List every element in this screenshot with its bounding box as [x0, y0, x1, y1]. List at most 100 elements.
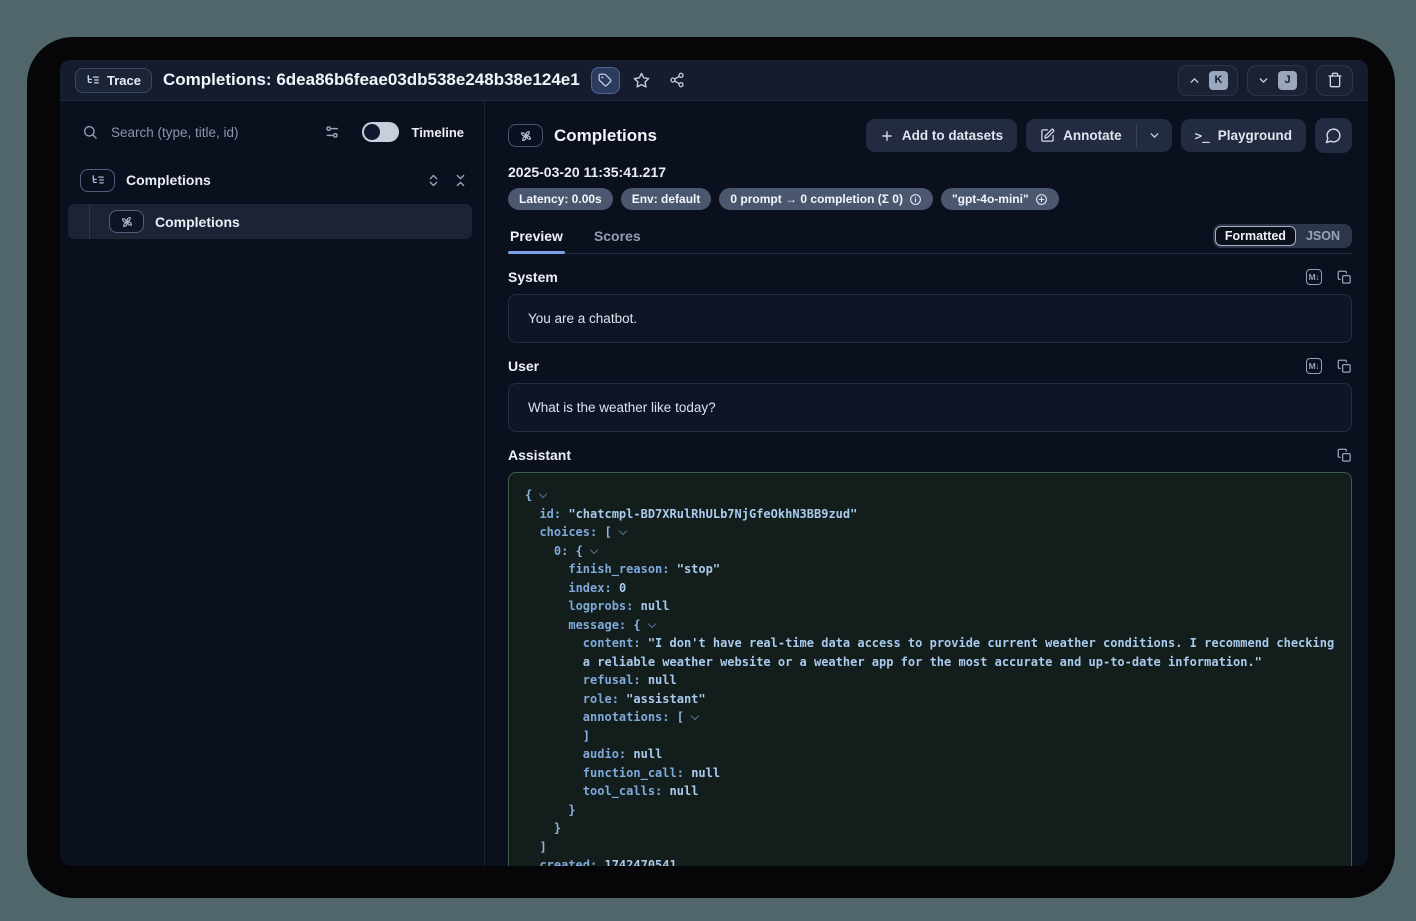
json-key: message: — [568, 618, 626, 632]
share-button[interactable] — [664, 67, 690, 93]
collapse-chevron-icon[interactable] — [590, 545, 598, 553]
assistant-json-viewer: {id: "chatcmpl-BD7XRulRhULb7NjGfeOkhN3BB… — [508, 472, 1352, 866]
json-key: audio: — [583, 747, 626, 761]
user-message-card: What is the weather like today? — [508, 383, 1352, 432]
filter-settings-icon[interactable] — [324, 124, 340, 140]
observation-title: Completions — [554, 126, 657, 146]
plus-circle-icon[interactable] — [1029, 193, 1048, 206]
json-line: ] — [525, 838, 1335, 857]
unfold-vertical-icon[interactable] — [426, 173, 441, 188]
collapse-chevron-icon[interactable] — [691, 712, 699, 720]
chevron-up-icon — [1188, 74, 1201, 87]
next-trace-button[interactable]: J — [1247, 65, 1307, 96]
desktop-background: Trace Completions: 6dea86b6feae03db538e2… — [0, 0, 1416, 921]
json-line: message: { — [525, 616, 1335, 635]
json-line: ] — [525, 727, 1335, 746]
user-message-section: User M↓ What is the weather like today? — [508, 358, 1352, 432]
copy-icon[interactable] — [1337, 359, 1352, 374]
collapse-chevron-icon[interactable] — [539, 490, 547, 498]
list-tree-icon — [80, 169, 115, 192]
json-value: 1742470541 — [604, 858, 676, 866]
token-usage-badge: 0 prompt → 0 completion (Σ 0) — [719, 188, 933, 210]
prev-trace-button[interactable]: K — [1178, 65, 1238, 96]
search-input[interactable] — [111, 125, 324, 140]
annotate-label: Annotate — [1063, 128, 1122, 143]
json-value: null — [641, 599, 670, 613]
annotate-button[interactable]: Annotate — [1026, 119, 1136, 152]
json-key: refusal: — [583, 673, 641, 687]
tree-root-label: Completions — [126, 172, 211, 188]
collapse-chevron-icon[interactable] — [647, 619, 655, 627]
tree-indent-guide — [89, 204, 90, 239]
system-message-section: System M↓ You are a chatbot. — [508, 269, 1352, 343]
tab-scores[interactable]: Scores — [592, 228, 643, 253]
trace-topbar: Trace Completions: 6dea86b6feae03db538e2… — [60, 60, 1368, 101]
format-json[interactable]: JSON — [1296, 226, 1350, 246]
json-line: audio: null — [525, 745, 1335, 764]
json-line: finish_reason: "stop" — [525, 560, 1335, 579]
user-section-icons: M↓ — [1306, 358, 1352, 374]
markdown-icon[interactable]: M↓ — [1306, 269, 1322, 285]
observation-header: Completions Add to datasets — [508, 118, 1352, 153]
star-icon — [633, 72, 650, 89]
metric-badges: Latency: 0.00s Env: default 0 prompt → 0… — [508, 188, 1352, 210]
star-button[interactable] — [629, 67, 655, 93]
json-key: role: — [583, 692, 619, 706]
add-to-datasets-button[interactable]: Add to datasets — [866, 119, 1017, 152]
info-icon[interactable] — [903, 193, 922, 206]
trash-icon — [1327, 72, 1343, 88]
delete-trace-button[interactable] — [1316, 65, 1353, 96]
assistant-section-head: Assistant — [508, 447, 1352, 463]
trace-title: Completions: 6dea86b6feae03db538e248b38e… — [163, 70, 580, 90]
tree-item-generation-selected[interactable]: Completions — [68, 204, 472, 239]
observation-tree: Completions — [60, 163, 484, 239]
json-key: tool_calls: — [583, 784, 662, 798]
tree-item-trace-root[interactable]: Completions — [60, 163, 484, 197]
json-key: index: — [568, 581, 611, 595]
topbar-right-actions: K J — [1178, 65, 1353, 96]
json-brace: { — [525, 488, 532, 502]
trace-badge-label: Trace — [107, 73, 141, 88]
collapse-chevron-icon[interactable] — [618, 527, 626, 535]
json-line: content: "I don't have real-time data ac… — [525, 634, 1335, 671]
copy-icon[interactable] — [1337, 448, 1352, 463]
trace-tree-sidebar: Timeline Completions — [60, 101, 485, 866]
json-line: { — [525, 486, 1335, 505]
observation-detail-panel: Completions Add to datasets — [485, 101, 1368, 866]
app-window: Trace Completions: 6dea86b6feae03db538e2… — [27, 37, 1395, 898]
terminal-icon: >_ — [1195, 128, 1210, 143]
copy-icon[interactable] — [1337, 270, 1352, 285]
annotate-dropdown-caret[interactable] — [1137, 119, 1172, 152]
timeline-toggle[interactable] — [362, 122, 399, 142]
json-brace: [ — [604, 525, 611, 539]
trace-detail-view: Trace Completions: 6dea86b6feae03db538e2… — [60, 60, 1368, 866]
pen-square-icon — [1040, 128, 1055, 143]
comments-button[interactable] — [1315, 118, 1352, 153]
tag-icon — [598, 73, 612, 87]
json-value: null — [670, 784, 699, 798]
json-key: finish_reason: — [568, 562, 669, 576]
json-line: } — [525, 819, 1335, 838]
json-brace: { — [633, 618, 640, 632]
json-value: "stop" — [677, 562, 720, 576]
system-label: System — [508, 269, 558, 285]
keycap-j: J — [1278, 71, 1297, 90]
tab-preview[interactable]: Preview — [508, 228, 565, 253]
json-value: null — [691, 766, 720, 780]
system-message-card: You are a chatbot. — [508, 294, 1352, 343]
fold-vertical-icon[interactable] — [453, 173, 468, 188]
tree-search-row: Timeline — [60, 115, 484, 149]
tree-root-icons — [426, 173, 468, 188]
latency-badge: Latency: 0.00s — [508, 188, 613, 210]
annotate-split-button: Annotate — [1026, 119, 1172, 152]
format-formatted[interactable]: Formatted — [1215, 226, 1296, 246]
chevron-down-icon — [1257, 74, 1270, 87]
playground-button[interactable]: >_ Playground — [1181, 119, 1306, 152]
json-key: 0: — [554, 544, 568, 558]
generation-fan-icon — [109, 210, 144, 233]
json-brace: { — [576, 544, 583, 558]
json-brace: } — [554, 821, 561, 835]
markdown-icon[interactable]: M↓ — [1306, 358, 1322, 374]
json-brace: } — [568, 803, 575, 817]
tag-button[interactable] — [591, 67, 620, 94]
